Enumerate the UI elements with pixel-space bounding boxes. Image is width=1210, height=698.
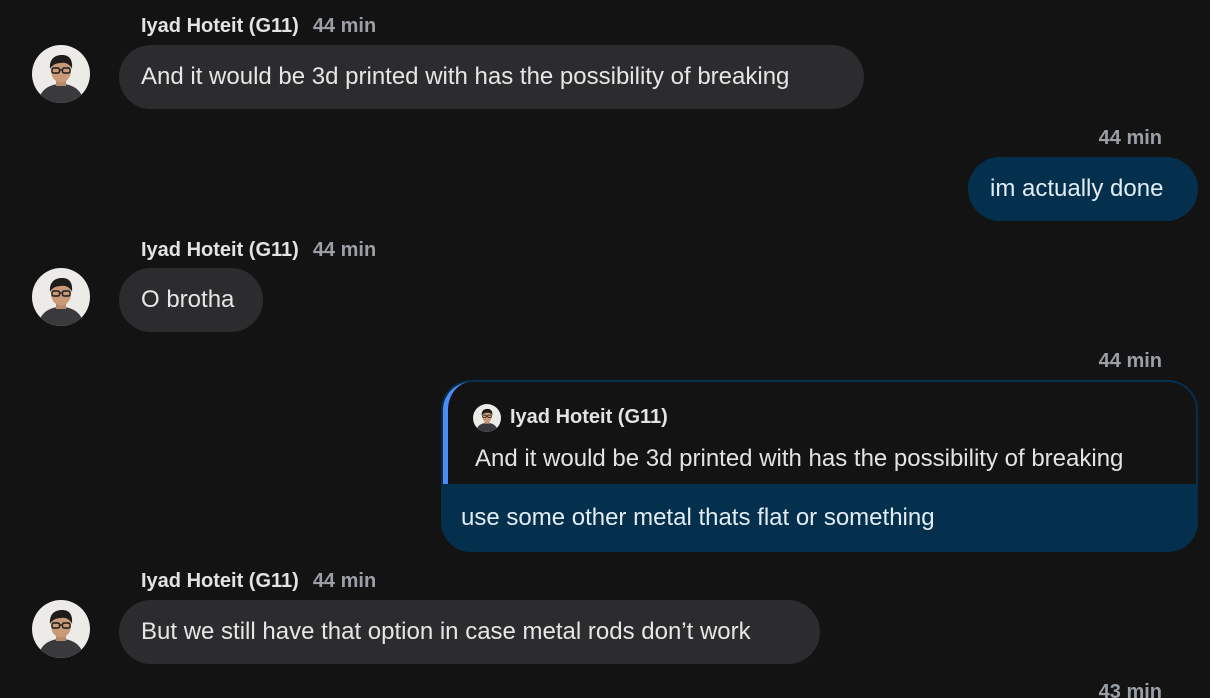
message-header: Iyad Hoteit (G11) 44 min (141, 569, 376, 593)
message-time: 44 min (1098, 350, 1162, 372)
sender-name[interactable]: Iyad Hoteit (G11) (141, 570, 299, 592)
sender-name[interactable]: Iyad Hoteit (G11) (141, 239, 299, 261)
quote-accent-bar (443, 382, 473, 484)
message-time: 44 min (1098, 127, 1162, 149)
reply-message-bubble[interactable]: Iyad Hoteit (G11) And it would be 3d pri… (441, 380, 1198, 552)
quoted-text: And it would be 3d printed with has the … (475, 445, 1124, 472)
message-time: 43 min (1098, 681, 1162, 698)
message-time: 44 min (312, 570, 377, 592)
message-bubble[interactable]: O brotha (119, 268, 263, 332)
message-header: 44 min (1000, 349, 1162, 373)
message-header: 44 min (1000, 126, 1162, 150)
reply-text: use some other metal thats flat or somet… (461, 504, 935, 531)
sender-name[interactable]: Iyad Hoteit (G11) (141, 15, 299, 37)
message-time: 44 min (312, 15, 377, 37)
message-bubble[interactable]: And it would be 3d printed with has the … (119, 45, 864, 109)
user-avatar-icon[interactable] (32, 268, 90, 326)
message-bubble[interactable]: But we still have that option in case me… (119, 600, 820, 664)
quoted-sender-name: Iyad Hoteit (G11) (510, 406, 668, 428)
message-header: Iyad Hoteit (G11) 44 min (141, 238, 376, 262)
user-avatar-icon[interactable] (32, 45, 90, 103)
message-bubble[interactable]: im actually done (968, 157, 1198, 221)
chat-thread: Iyad Hoteit (G11) 44 min And it would be … (0, 0, 1210, 698)
quoted-user-avatar-icon (473, 404, 501, 432)
message-header: 43 min (1000, 680, 1162, 698)
quoted-message[interactable]: Iyad Hoteit (G11) And it would be 3d pri… (443, 382, 1196, 484)
user-avatar-icon[interactable] (32, 600, 90, 658)
message-time: 44 min (312, 239, 377, 261)
message-header: Iyad Hoteit (G11) 44 min (141, 14, 376, 38)
